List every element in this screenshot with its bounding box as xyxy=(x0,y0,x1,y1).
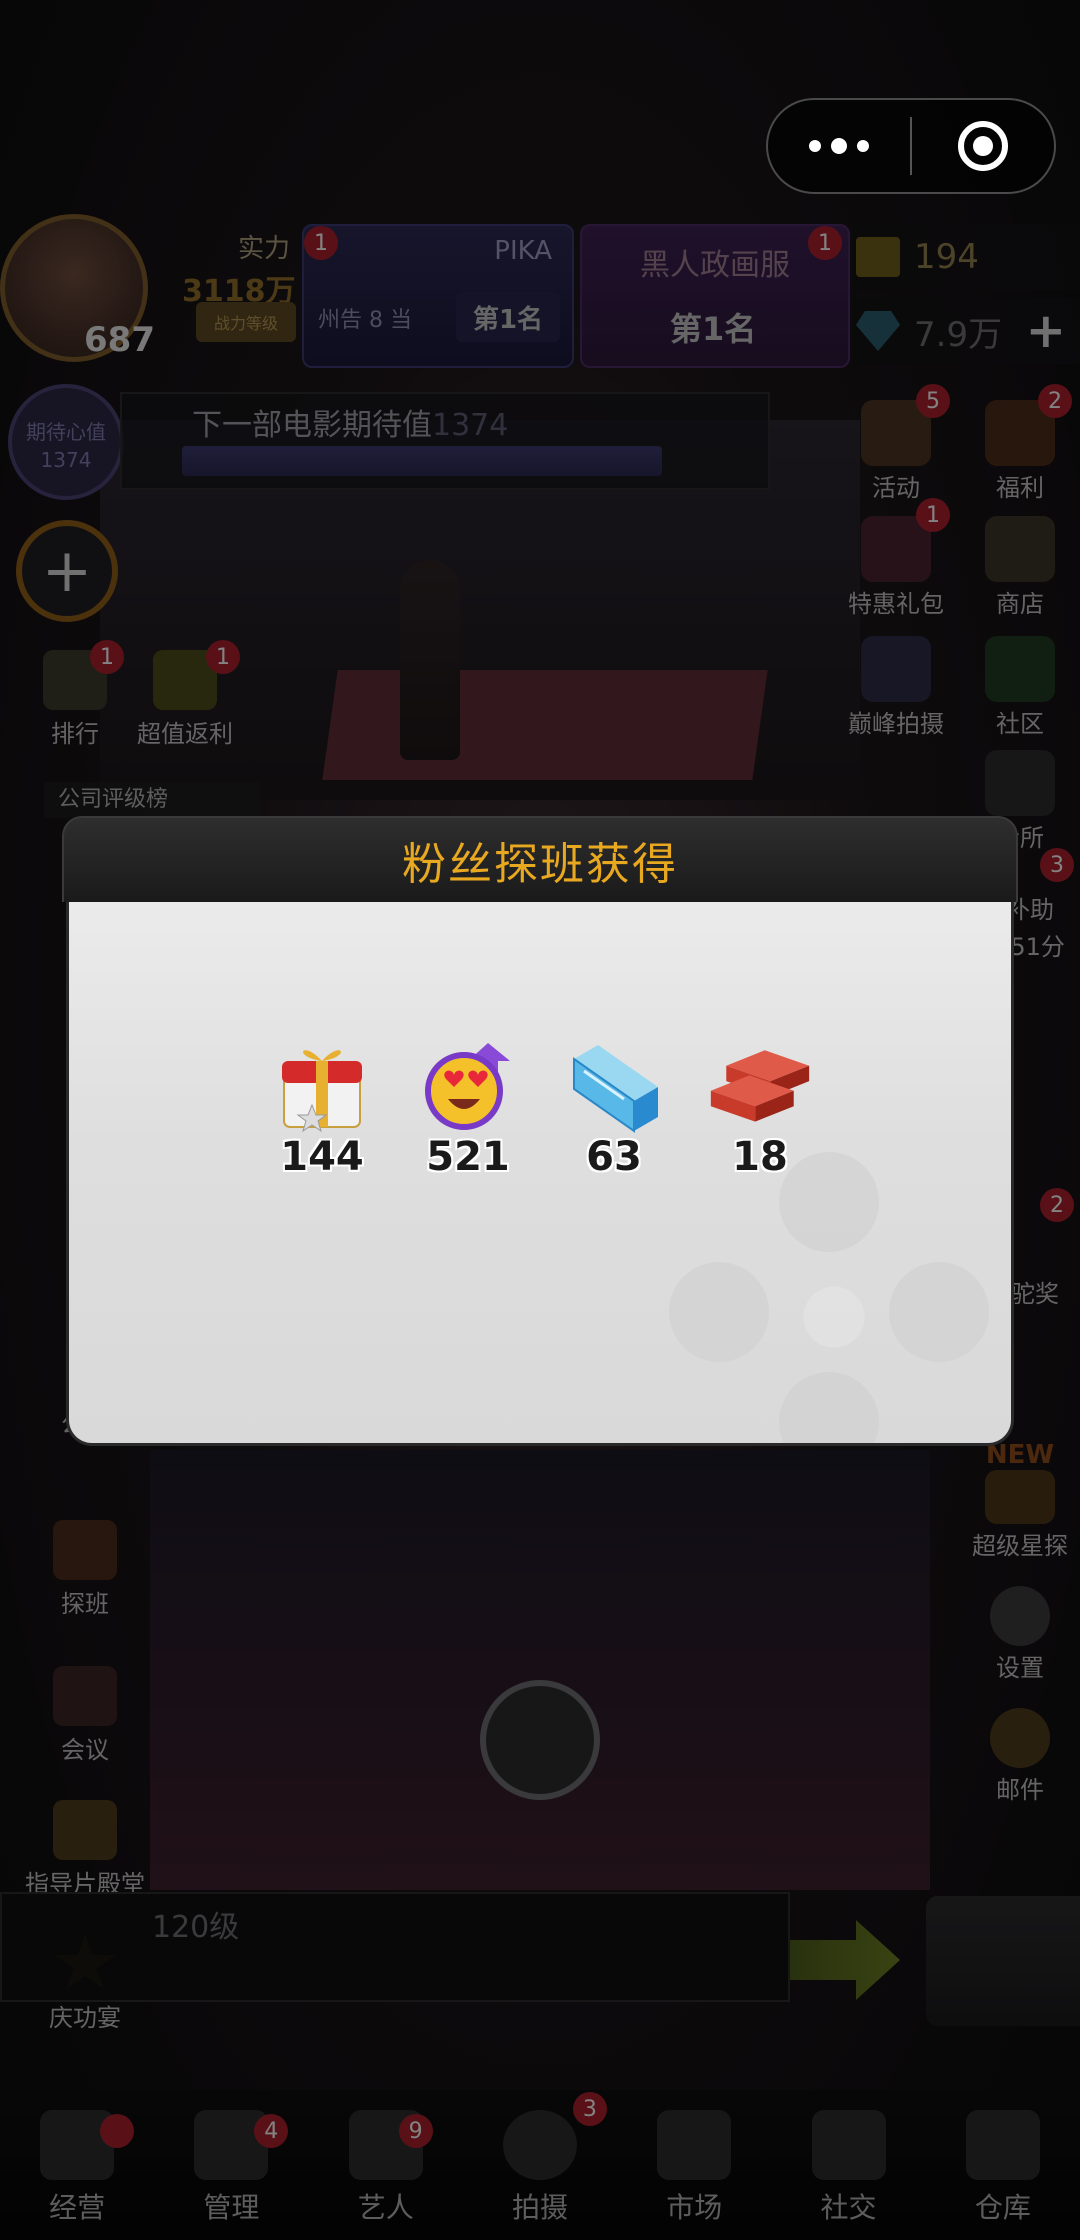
reward-item: 144 xyxy=(269,1032,375,1180)
reward-value: 18 xyxy=(732,1134,788,1180)
reward-value: 144 xyxy=(280,1134,364,1180)
reward-list: 144 521 63 18 xyxy=(269,1032,813,1180)
modal-body: 144 521 63 18 xyxy=(66,902,1014,1446)
reward-value: 521 xyxy=(426,1134,510,1180)
red-bricks-icon xyxy=(707,1032,813,1138)
modal-header: 粉丝探班获得 xyxy=(62,816,1018,902)
blue-glass-plates-icon xyxy=(561,1032,667,1138)
game-screen: 687 实力 3118万 战力等级 1 PIKA 州告 8 当 第1名 1 黑人… xyxy=(0,0,1080,2240)
more-button[interactable] xyxy=(768,100,910,192)
reward-item: 18 xyxy=(707,1032,813,1180)
close-button[interactable] xyxy=(912,121,1054,171)
film-reel-decoration xyxy=(669,1152,999,1443)
miniprogram-capsule xyxy=(766,98,1056,194)
reward-item: 521 xyxy=(415,1032,521,1180)
gift-box-icon xyxy=(269,1032,375,1138)
target-icon xyxy=(958,121,1008,171)
reward-item: 63 xyxy=(561,1032,667,1180)
modal-title: 粉丝探班获得 xyxy=(402,839,678,890)
reward-modal: 粉丝探班获得 144 521 63 18 xyxy=(62,816,1018,1452)
reward-value: 63 xyxy=(586,1134,642,1180)
heart-eyes-emoji-icon xyxy=(415,1032,521,1138)
